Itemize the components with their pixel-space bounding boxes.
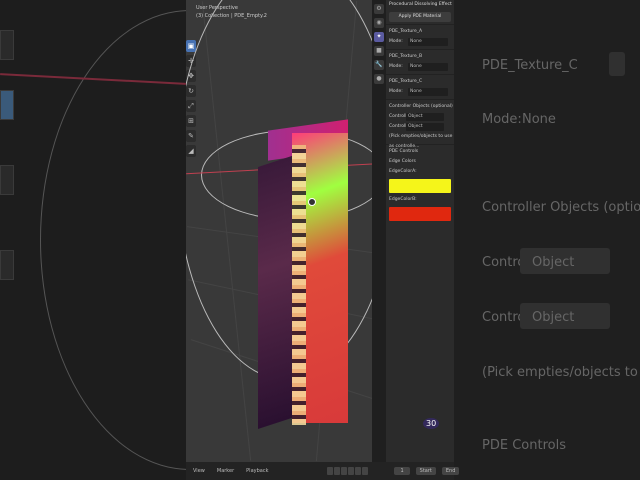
- texture-c-row: PDE_Texture_C: [386, 77, 454, 87]
- jump-end-icon[interactable]: [362, 467, 369, 475]
- texture-a-mode-row: Mode: None: [386, 37, 454, 47]
- next-key-icon[interactable]: [355, 467, 362, 475]
- edge-color-b-label: EdgeColorB:: [389, 197, 417, 202]
- background-tool-icon: [0, 165, 14, 195]
- background-left-blur: [0, 0, 186, 480]
- bg-texture-name: PDE_Texture_C: [482, 58, 578, 73]
- current-frame-field[interactable]: 1: [394, 467, 410, 475]
- edge-color-a-label: EdgeColorA:: [389, 169, 417, 174]
- bg-mode-value: None: [522, 112, 556, 127]
- scene-tab-icon[interactable]: ◉: [374, 18, 384, 28]
- properties-panel: Procedural Dissolving Effect Apply PDE M…: [386, 0, 454, 462]
- controller-object-field[interactable]: Object: [406, 123, 444, 131]
- edge-color-b-swatch[interactable]: [389, 207, 451, 221]
- play-icon[interactable]: [348, 467, 355, 475]
- timeline-playback-menu[interactable]: Playback: [243, 468, 271, 474]
- separator: [386, 74, 454, 75]
- texture-b-mode-row: Mode: None: [386, 62, 454, 72]
- start-frame-field[interactable]: Start: [415, 467, 436, 475]
- properties-tabs: ⚙ ◉ ✦ ■ 🔧 ●: [372, 0, 386, 462]
- jump-start-icon[interactable]: [327, 467, 334, 475]
- separator: [386, 24, 454, 25]
- mode-label: Mode:: [389, 39, 403, 44]
- texture-b-name: PDE_Texture_B: [389, 54, 423, 59]
- texture-b-mode-select[interactable]: None: [408, 63, 448, 71]
- controller-row-2: Controll... Object: [386, 122, 454, 132]
- background-right-blur: PDE_Texture_C Mode: None Controller Obje…: [454, 0, 640, 480]
- object-tab-icon[interactable]: ■: [374, 46, 384, 56]
- bg-controllers-title: Controller Objects (optional): [482, 200, 640, 215]
- bg-mode-label: Mode:: [482, 112, 522, 127]
- bg-object-placeholder: Object: [532, 255, 575, 270]
- controller-object-field[interactable]: Object: [406, 113, 444, 121]
- edge-colors-label: Edge Colors: [389, 159, 416, 164]
- controller-row-1: Controll... Object: [386, 112, 454, 122]
- bg-texture-icon: [609, 52, 625, 76]
- separator: [386, 49, 454, 50]
- modifier-tab-icon[interactable]: 🔧: [374, 60, 384, 70]
- texture-c-mode-row: Mode: None: [386, 87, 454, 97]
- bg-hint: (Pick empties/objects to use as controll…: [482, 365, 640, 380]
- object-origin-icon[interactable]: [308, 198, 316, 206]
- texture-b-row: PDE_Texture_B: [386, 52, 454, 62]
- play-reverse-icon[interactable]: [341, 467, 348, 475]
- background-tool-icon: [0, 90, 14, 120]
- bg-object-placeholder: Object: [532, 310, 575, 325]
- playback-controls: [327, 467, 369, 475]
- timeline-bar: View Marker Playback 1 Start End: [186, 462, 460, 480]
- mode-label: Mode:: [389, 64, 403, 69]
- 3d-viewport[interactable]: User Perspective (3) Collection | PDE_Em…: [186, 0, 386, 462]
- mode-label: Mode:: [389, 89, 403, 94]
- texture-c-name: PDE_Texture_C: [389, 79, 423, 84]
- timeline-marker-menu[interactable]: Marker: [214, 468, 237, 474]
- tool-tab-icon[interactable]: ⚙: [374, 4, 384, 14]
- end-frame-field[interactable]: End: [441, 467, 460, 475]
- addon-tab-icon[interactable]: ✦: [374, 32, 384, 42]
- separator: [386, 99, 454, 100]
- bg-controls-title: PDE Controls: [482, 438, 566, 453]
- texture-a-name: PDE_Texture_A: [389, 29, 423, 34]
- edge-color-a-swatch[interactable]: [389, 179, 451, 193]
- texture-a-row: PDE_Texture_A: [386, 27, 454, 37]
- texture-c-mode-select[interactable]: None: [408, 88, 448, 96]
- controller-hint: (Pick empties/objects to use as controll…: [389, 134, 453, 149]
- apply-material-button[interactable]: Apply PDE Material: [389, 12, 451, 22]
- background-tool-icon: [0, 30, 14, 60]
- prev-key-icon[interactable]: [334, 467, 341, 475]
- background-tool-icon: [0, 250, 14, 280]
- dissolving-cube-object[interactable]: [258, 119, 348, 430]
- controls-section-title[interactable]: PDE Controls: [386, 147, 454, 157]
- texture-a-mode-select[interactable]: None: [408, 38, 448, 46]
- timeline-view-menu[interactable]: View: [190, 468, 208, 474]
- cube-left-face: [258, 155, 294, 429]
- controllers-title: Controller Objects (optional): [389, 104, 453, 109]
- dissolve-edge: [292, 145, 306, 425]
- panel-section-title[interactable]: Procedural Dissolving Effect: [386, 0, 454, 10]
- material-tab-icon[interactable]: ●: [374, 74, 384, 84]
